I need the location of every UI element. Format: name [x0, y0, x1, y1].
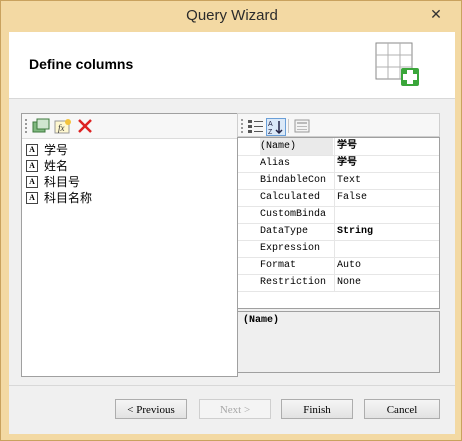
text-column-icon: A [26, 176, 38, 188]
cancel-button[interactable]: Cancel [364, 399, 440, 419]
delete-icon[interactable] [76, 118, 94, 134]
svg-text:Z: Z [268, 129, 273, 136]
property-row[interactable]: Calculated False [238, 189, 439, 207]
property-value[interactable]: False [334, 189, 441, 206]
properties-toolbar: A Z [237, 113, 440, 137]
property-row[interactable]: Restriction None [238, 274, 439, 292]
footer-divider [9, 385, 455, 386]
list-item-label: 姓名 [44, 159, 69, 173]
table-add-icon [375, 42, 419, 86]
property-value[interactable] [334, 240, 441, 257]
property-value[interactable]: None [334, 274, 441, 291]
svg-text:fx: fx [58, 123, 65, 133]
property-value[interactable]: String [334, 223, 441, 240]
alphabetical-sort-icon[interactable]: A Z [266, 118, 286, 136]
columns-panel: fx A 学号 A 姓名 A 科目号 A 科目名称 [21, 113, 238, 377]
property-name: BindableCon [260, 175, 327, 186]
property-row[interactable]: (Name) 学号 [238, 138, 439, 156]
next-button[interactable]: Next > [199, 399, 271, 419]
toolbar-separator [288, 119, 289, 133]
columns-list: A 学号 A 姓名 A 科目号 A 科目名称 [26, 142, 92, 206]
toolbar-grip [25, 119, 29, 133]
page-title: Define columns [29, 56, 134, 72]
finish-button[interactable]: Finish [281, 399, 353, 419]
property-value[interactable]: 学号 [334, 155, 441, 172]
text-column-icon: A [26, 192, 38, 204]
add-expression-icon[interactable]: fx [54, 118, 72, 134]
property-name: CustomBinda [260, 209, 327, 220]
columns-toolbar: fx [22, 114, 237, 139]
property-row[interactable]: Format Auto [238, 257, 439, 275]
property-grid: (Name) 学号 Alias 学号 BindableCon Text Calc… [237, 137, 440, 309]
property-value[interactable]: Text [334, 172, 441, 189]
property-name: DataType [260, 226, 309, 237]
property-row[interactable]: Expression [238, 240, 439, 258]
toolbar-grip [241, 119, 245, 133]
dialog-window: Query Wizard ✕ Define columns fx A 学号 A … [0, 0, 462, 441]
property-description: (Name) [237, 311, 440, 373]
text-column-icon: A [26, 144, 38, 156]
previous-button[interactable]: < Previous [115, 399, 187, 419]
list-item-label: 学号 [44, 143, 69, 157]
wizard-header: Define columns [9, 32, 455, 99]
close-icon[interactable]: ✕ [421, 4, 451, 24]
svg-text:A: A [268, 121, 273, 128]
property-name: Expression [260, 243, 321, 254]
list-item[interactable]: A 科目号 [26, 174, 92, 190]
property-pages-icon[interactable] [293, 118, 311, 134]
property-name: Calculated [260, 192, 321, 203]
list-item-label: 科目号 [44, 175, 81, 189]
property-name: Alias [260, 158, 291, 169]
property-name: (Name) [260, 138, 333, 155]
list-item[interactable]: A 学号 [26, 142, 92, 158]
property-value[interactable]: 学号 [334, 138, 441, 155]
property-row[interactable]: CustomBinda [238, 206, 439, 224]
list-item[interactable]: A 科目名称 [26, 190, 92, 206]
property-row[interactable]: BindableCon Text [238, 172, 439, 190]
property-row[interactable]: DataType String [238, 223, 439, 241]
dialog-client-area: Define columns fx A 学号 A 姓名 A 科目号 A 科目名称… [9, 32, 455, 434]
add-column-icon[interactable] [32, 118, 50, 134]
property-row[interactable]: Alias 学号 [238, 155, 439, 173]
list-item[interactable]: A 姓名 [26, 158, 92, 174]
text-column-icon: A [26, 160, 38, 172]
property-value[interactable]: Auto [334, 257, 441, 274]
list-item-label: 科目名称 [44, 191, 93, 205]
property-name: Restriction [260, 277, 327, 288]
window-title: Query Wizard [186, 7, 278, 24]
properties-panel: A Z (Name) 学号 Alias 学号 BindableCon Text … [237, 113, 440, 375]
property-name: Format [260, 260, 297, 271]
description-title: (Name) [243, 315, 280, 326]
property-value[interactable] [334, 206, 441, 223]
categorized-icon[interactable] [247, 118, 265, 134]
